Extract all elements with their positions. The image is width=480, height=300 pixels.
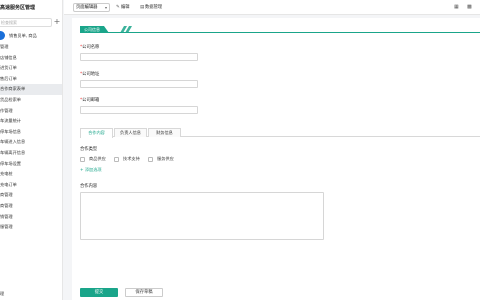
edit-button-label: 编辑 bbox=[121, 5, 130, 10]
sidebar-user-label: 销售员单, 商品 bbox=[9, 32, 37, 38]
cooperation-content-label: 合作内容 bbox=[80, 184, 98, 189]
page-select-value: 页面编辑器 bbox=[76, 5, 98, 10]
sidebar-item[interactable]: 进货订单 bbox=[0, 63, 62, 74]
checkbox-label: 服务供应 bbox=[157, 156, 174, 161]
sidebar-item[interactable]: 作管理 bbox=[0, 106, 62, 117]
section-header-tag: 公司信息 bbox=[80, 26, 109, 33]
checkbox-service-supply[interactable]: 服务供应 bbox=[148, 156, 174, 162]
page-select[interactable]: 页面编辑器 ▾ bbox=[73, 3, 110, 12]
edit-button[interactable]: ✎编辑 bbox=[116, 3, 130, 12]
checkbox-icon bbox=[148, 156, 153, 162]
app-title: 高速服务区管理 bbox=[0, 5, 36, 11]
checkbox-label: 技术支持 bbox=[123, 156, 140, 161]
company-address-label: *公司地址 bbox=[80, 72, 100, 77]
sidebar-bottom-item[interactable]: 理 bbox=[0, 291, 4, 297]
sidebar-item[interactable]: 车流量统计 bbox=[0, 116, 62, 127]
save-draft-button[interactable]: 保存草稿 bbox=[125, 288, 163, 297]
sidebar-item[interactable]: 商管理 bbox=[0, 201, 62, 212]
add-icon[interactable]: + bbox=[53, 18, 61, 27]
tab-cooperation-content[interactable]: 合作内容 bbox=[80, 128, 113, 138]
checkbox-tech-support[interactable]: 技术支持 bbox=[114, 156, 140, 162]
company-email-input[interactable] bbox=[80, 106, 198, 114]
sidebar-item[interactable]: 货品检索单 bbox=[0, 95, 62, 106]
sidebar-item[interactable]: 店铺信息 bbox=[0, 53, 62, 64]
grid-icon[interactable]: ▩ bbox=[467, 3, 472, 12]
user-dot-icon bbox=[0, 31, 5, 40]
sidebar-item[interactable]: 充电桩 bbox=[0, 169, 62, 180]
sidebar-item[interactable]: 销管理 bbox=[0, 212, 62, 223]
sidebar-item[interactable]: 商管理 bbox=[0, 190, 62, 201]
sidebar-item[interactable]: 车辆离开信息 bbox=[0, 148, 62, 159]
sidebar-menu: 管理 店铺信息 进货订单 售后订单 合作商家表单 货品检索单 作管理 车流量统计… bbox=[0, 42, 62, 233]
top-toolbar: 页面编辑器 ▾ ✎编辑 ▤数据管理 ▦ ▩ bbox=[64, 0, 480, 15]
sidebar-item[interactable]: 停车场设置 bbox=[0, 159, 62, 170]
submit-button[interactable]: 提交 bbox=[80, 288, 118, 297]
sidebar-item[interactable]: 售后订单 bbox=[0, 74, 62, 85]
add-option-link[interactable]: + 添加选项 bbox=[80, 167, 102, 173]
form-panel: 公司信息 *公司名称 *公司地址 *公司邮箱 合作内容 负责人信息 财务信息 合… bbox=[72, 18, 480, 300]
section-header: 公司信息 bbox=[80, 26, 480, 33]
sidebar-item[interactable]: 管理 bbox=[0, 42, 62, 53]
company-name-label: *公司名称 bbox=[80, 45, 100, 50]
tab-finance-info[interactable]: 财务信息 bbox=[148, 128, 181, 137]
cooperation-type-label: 合作类型 bbox=[80, 147, 98, 152]
checkbox-icon bbox=[114, 156, 119, 162]
checkbox-label: 商品供应 bbox=[89, 156, 106, 161]
data-manage-label: 数据管理 bbox=[145, 5, 163, 10]
checkbox-icon bbox=[80, 156, 85, 162]
sidebar-item-active[interactable]: 合作商家表单 bbox=[0, 84, 62, 95]
company-address-input[interactable] bbox=[80, 80, 198, 88]
sidebar-item[interactable]: 车辆进入信息 bbox=[0, 137, 62, 148]
tab-contact-person[interactable]: 负责人信息 bbox=[114, 128, 147, 137]
company-email-label: *公司邮箱 bbox=[80, 98, 100, 103]
company-name-input[interactable] bbox=[80, 53, 198, 61]
sidebar-item[interactable]: 服管理 bbox=[0, 222, 62, 233]
app-window: 高速服务区管理 检查搜索 + 销售员单, 商品 管理 店铺信息 进货订单 售后订… bbox=[0, 0, 480, 300]
sidebar-user[interactable]: 销售员单, 商品 bbox=[0, 31, 37, 40]
checkbox-goods-supply[interactable]: 商品供应 bbox=[80, 156, 106, 162]
cooperation-content-textarea[interactable] bbox=[80, 192, 324, 240]
chevron-down-icon: ▾ bbox=[104, 5, 107, 10]
form-tabs: 合作内容 负责人信息 财务信息 bbox=[80, 128, 480, 138]
calendar-icon[interactable]: ▦ bbox=[454, 3, 459, 12]
sidebar-search-input[interactable]: 检查搜索 bbox=[0, 18, 52, 27]
data-manage-button[interactable]: ▤数据管理 bbox=[140, 3, 162, 12]
sidebar: 高速服务区管理 检查搜索 + 销售员单, 商品 管理 店铺信息 进货订单 售后订… bbox=[0, 0, 63, 300]
sidebar-item[interactable]: 充电订单 bbox=[0, 180, 62, 191]
sidebar-item[interactable]: 停车场信息 bbox=[0, 127, 62, 138]
